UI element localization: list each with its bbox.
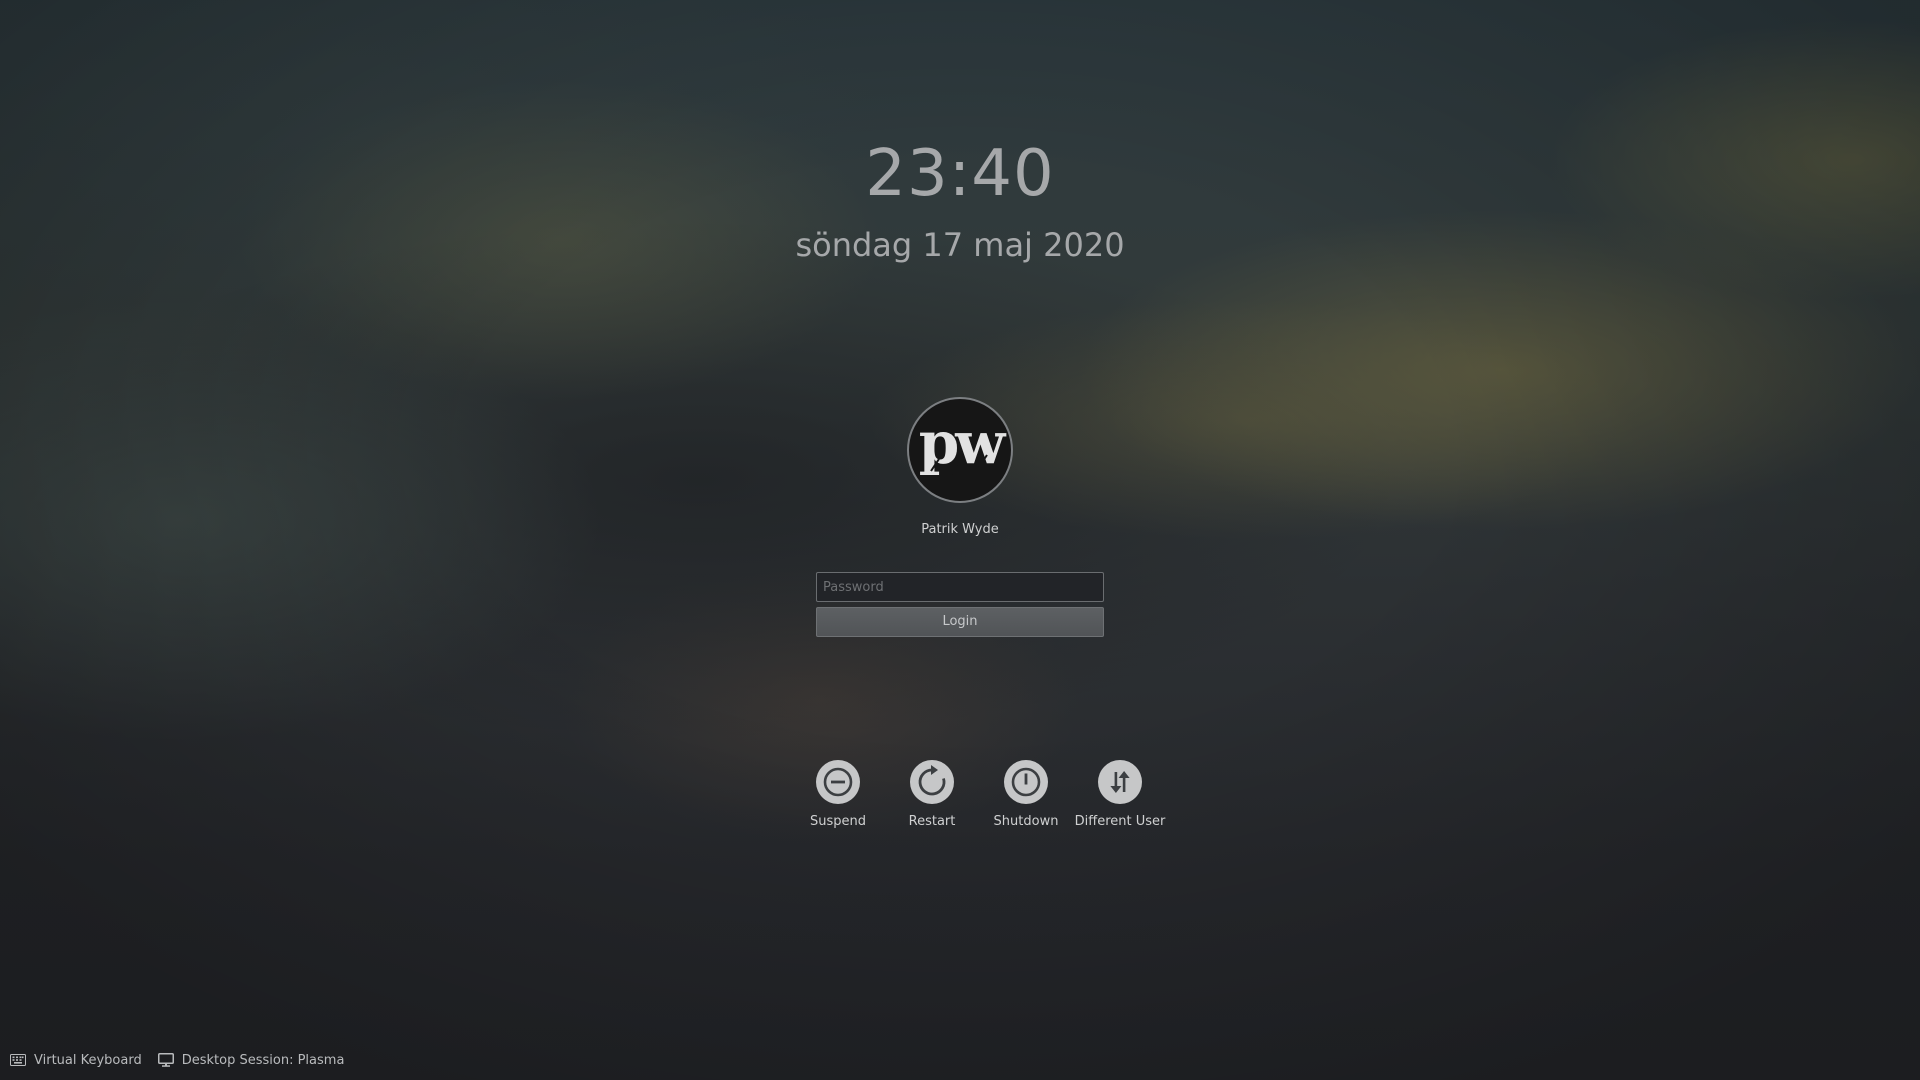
suspend-icon xyxy=(816,760,860,804)
switch-user-icon xyxy=(1098,760,1142,804)
monitor-icon xyxy=(157,1053,174,1067)
shutdown-icon xyxy=(1004,760,1048,804)
user-avatar[interactable]: pw xyxy=(907,397,1013,503)
shutdown-button[interactable]: Shutdown xyxy=(976,760,1076,831)
footer-bar: Virtual Keyboard Desktop Session: Plasma xyxy=(10,1050,360,1070)
password-input[interactable] xyxy=(816,572,1104,602)
user-name: Patrik Wyde xyxy=(921,522,999,537)
login-screen: 23:40 söndag 17 maj 2020 pw Patrik Wyde … xyxy=(0,0,1920,1080)
restart-button[interactable]: Restart xyxy=(882,760,982,831)
login-button[interactable]: Login xyxy=(816,607,1104,637)
suspend-button[interactable]: Suspend xyxy=(788,760,888,831)
power-actions: Suspend Restart Shutdown Different User xyxy=(780,760,1165,840)
different-user-label: Different User xyxy=(1074,814,1166,829)
virtual-keyboard-button[interactable]: Virtual Keyboard xyxy=(10,1053,142,1068)
restart-icon xyxy=(910,760,954,804)
desktop-session-label: Desktop Session: Plasma xyxy=(181,1052,345,1068)
keyboard-icon xyxy=(10,1054,26,1066)
restart-label: Restart xyxy=(908,814,956,829)
suspend-label: Suspend xyxy=(809,814,866,829)
different-user-button[interactable]: Different User xyxy=(1070,760,1170,831)
shutdown-label: Shutdown xyxy=(993,814,1059,829)
clock-date: söndag 17 maj 2020 xyxy=(795,226,1125,264)
user-avatar-monogram: pw xyxy=(919,409,1008,477)
virtual-keyboard-label: Virtual Keyboard xyxy=(34,1052,142,1068)
clock-time: 23:40 xyxy=(865,137,1055,211)
user-avatar-logo: pw xyxy=(919,409,1011,477)
desktop-session-selector[interactable]: Desktop Session: Plasma xyxy=(157,1052,345,1068)
